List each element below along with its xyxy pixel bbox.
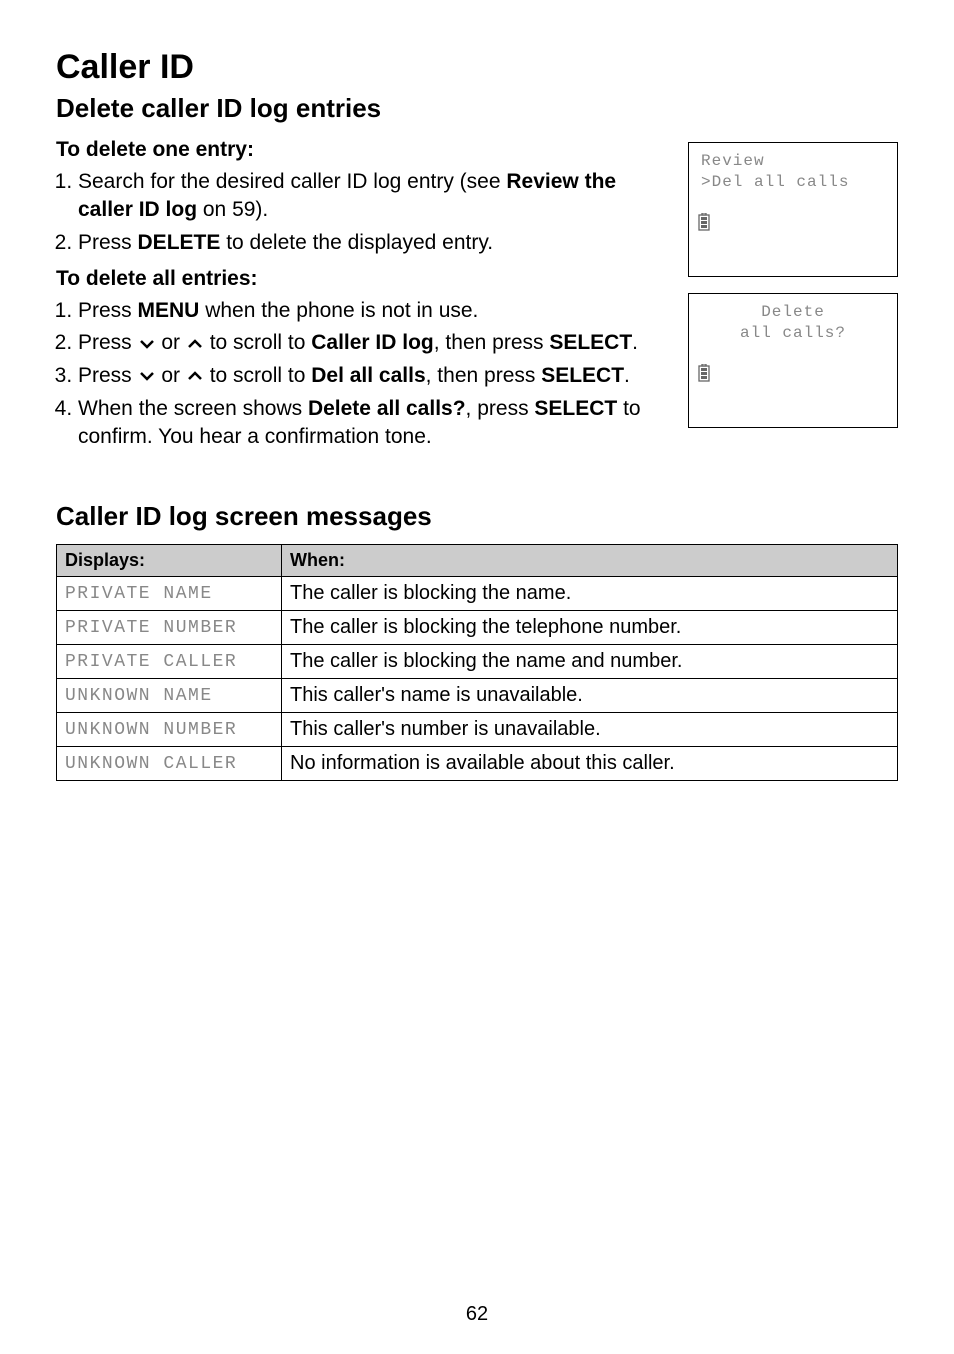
display-code: UNKNOWN NAME [57,679,282,713]
lcd-line: all calls? [695,323,891,344]
chevron-down-icon [139,362,155,390]
chevron-up-icon [187,330,203,358]
messages-table: Displays: When: PRIVATE NAME The caller … [56,544,898,781]
lcd-line: Review [695,151,891,172]
table-row: UNKNOWN CALLER No information is availab… [57,747,898,781]
list-item: When the screen shows Delete all calls?,… [78,395,664,452]
display-desc: The caller is blocking the telephone num… [282,611,898,645]
table-row: PRIVATE CALLER The caller is blocking th… [57,645,898,679]
table-row: PRIVATE NAME The caller is blocking the … [57,577,898,611]
delete-all-heading: To delete all entries: [56,267,664,291]
display-code: UNKNOWN CALLER [57,747,282,781]
page-number: 62 [0,1303,954,1326]
delete-one-heading: To delete one entry: [56,138,664,162]
list-item: Press or to scroll to Caller ID log, the… [78,329,664,358]
table-row: UNKNOWN NUMBER This caller's number is u… [57,713,898,747]
battery-icon [697,364,711,389]
table-header: When: [282,545,898,577]
list-item: Press MENU when the phone is not in use. [78,297,664,325]
table-row: UNKNOWN NAME This caller's name is unava… [57,679,898,713]
delete-one-list: Search for the desired caller ID log ent… [56,168,664,257]
battery-icon [697,213,711,238]
instructions-column: To delete one entry: Search for the desi… [56,134,664,461]
display-code: PRIVATE CALLER [57,645,282,679]
chevron-up-icon [187,362,203,390]
display-desc: This caller's name is unavailable. [282,679,898,713]
page-title: Caller ID [56,48,898,87]
display-code: PRIVATE NAME [57,577,282,611]
display-code: UNKNOWN NUMBER [57,713,282,747]
lcd-screen-2: Delete all calls? [688,293,898,428]
table-row: PRIVATE NUMBER The caller is blocking th… [57,611,898,645]
list-item: Search for the desired caller ID log ent… [78,168,664,225]
chevron-down-icon [139,330,155,358]
delete-all-list: Press MENU when the phone is not in use.… [56,297,664,451]
lcd-screen-1: Review >Del all calls [688,142,898,277]
messages-heading: Caller ID log screen messages [56,501,898,532]
table-header: Displays: [57,545,282,577]
page-subtitle: Delete caller ID log entries [56,93,898,124]
display-desc: The caller is blocking the name and numb… [282,645,898,679]
list-item: Press DELETE to delete the displayed ent… [78,229,664,257]
display-desc: This caller's number is unavailable. [282,713,898,747]
lcd-line: Delete [695,302,891,323]
display-code: PRIVATE NUMBER [57,611,282,645]
lcd-line: >Del all calls [695,172,891,193]
list-item: Press or to scroll to Del all calls, the… [78,362,664,391]
display-desc: No information is available about this c… [282,747,898,781]
lcd-column: Review >Del all calls Delete all calls? [688,134,898,461]
display-desc: The caller is blocking the name. [282,577,898,611]
